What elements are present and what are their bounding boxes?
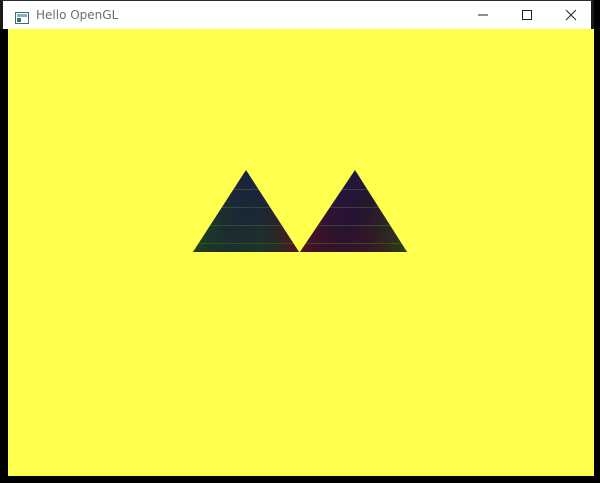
minimize-button[interactable]	[461, 1, 505, 29]
window-title: Hello OpenGL	[36, 8, 119, 22]
opengl-viewport[interactable]	[8, 29, 594, 476]
maximize-icon	[522, 10, 532, 20]
triangle-left	[193, 170, 299, 252]
close-icon	[565, 9, 577, 21]
maximize-button[interactable]	[505, 1, 549, 29]
app-window: Hello OpenGL	[0, 0, 600, 483]
render-canvas	[193, 170, 407, 252]
close-button[interactable]	[549, 1, 593, 29]
app-window-icon	[15, 9, 29, 24]
minimize-icon	[478, 14, 488, 16]
title-bar[interactable]: Hello OpenGL	[0, 0, 594, 29]
triangle-right	[300, 170, 407, 252]
